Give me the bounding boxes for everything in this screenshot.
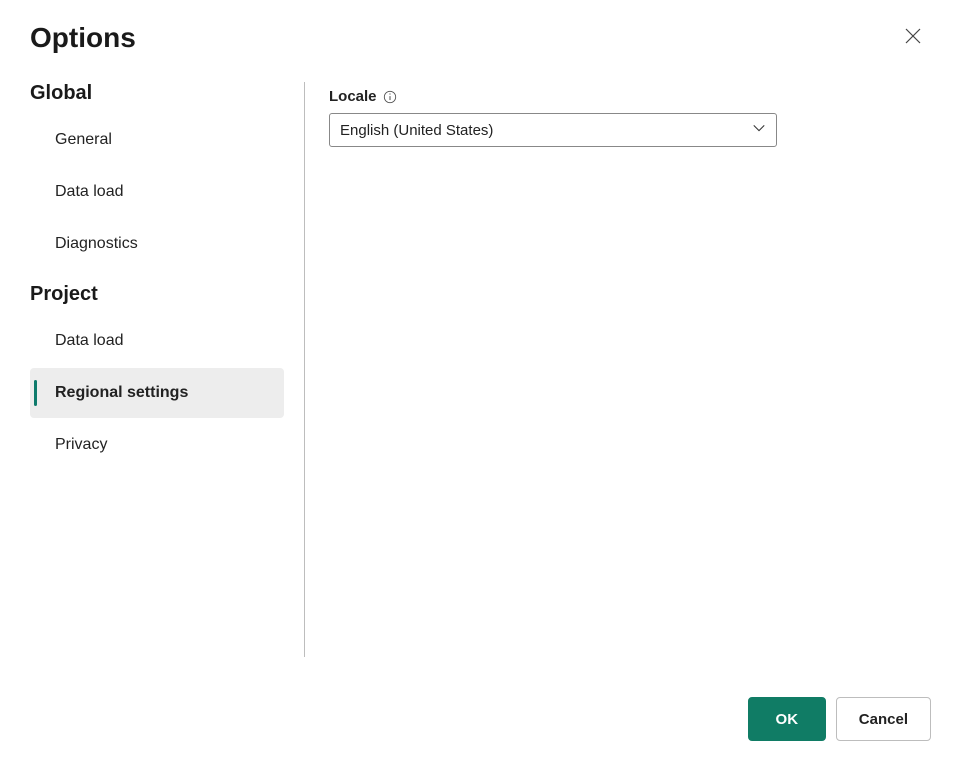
ok-button-label: OK xyxy=(776,711,799,728)
ok-button[interactable]: OK xyxy=(748,697,826,741)
locale-select[interactable]: English (United States) xyxy=(329,113,777,147)
vertical-divider xyxy=(304,82,305,657)
close-icon xyxy=(905,28,921,49)
cancel-button[interactable]: Cancel xyxy=(836,697,931,741)
locale-label-row: Locale xyxy=(329,88,931,105)
locale-label: Locale xyxy=(329,88,377,105)
main-panel: Locale English (United States) xyxy=(329,82,931,657)
section-header-project: Project xyxy=(30,271,284,314)
options-dialog: Options Global General Data load Diagnos… xyxy=(0,0,961,769)
sidebar: Global General Data load Diagnostics Pro… xyxy=(30,82,304,657)
button-row: OK Cancel xyxy=(748,697,931,741)
nav-item-label: Diagnostics xyxy=(55,235,138,252)
nav-item-general[interactable]: General xyxy=(30,115,284,165)
nav-item-privacy[interactable]: Privacy xyxy=(30,420,284,470)
section-header-global: Global xyxy=(30,82,284,113)
info-icon[interactable] xyxy=(383,89,398,104)
close-button[interactable] xyxy=(901,26,925,50)
dialog-title: Options xyxy=(30,22,931,54)
nav-item-label: Data load xyxy=(55,332,124,349)
locale-select-value: English (United States) xyxy=(340,122,493,139)
content-area: Global General Data load Diagnostics Pro… xyxy=(30,82,931,657)
chevron-down-icon xyxy=(752,121,766,139)
nav-item-label: Regional settings xyxy=(55,384,188,401)
nav-item-label: Data load xyxy=(55,183,124,200)
nav-item-diagnostics[interactable]: Diagnostics xyxy=(30,219,284,269)
nav-item-global-data-load[interactable]: Data load xyxy=(30,167,284,217)
nav-item-regional-settings[interactable]: Regional settings xyxy=(30,368,284,418)
cancel-button-label: Cancel xyxy=(859,711,908,728)
nav-item-project-data-load[interactable]: Data load xyxy=(30,316,284,366)
nav-item-label: General xyxy=(55,131,112,148)
nav-item-label: Privacy xyxy=(55,436,107,453)
